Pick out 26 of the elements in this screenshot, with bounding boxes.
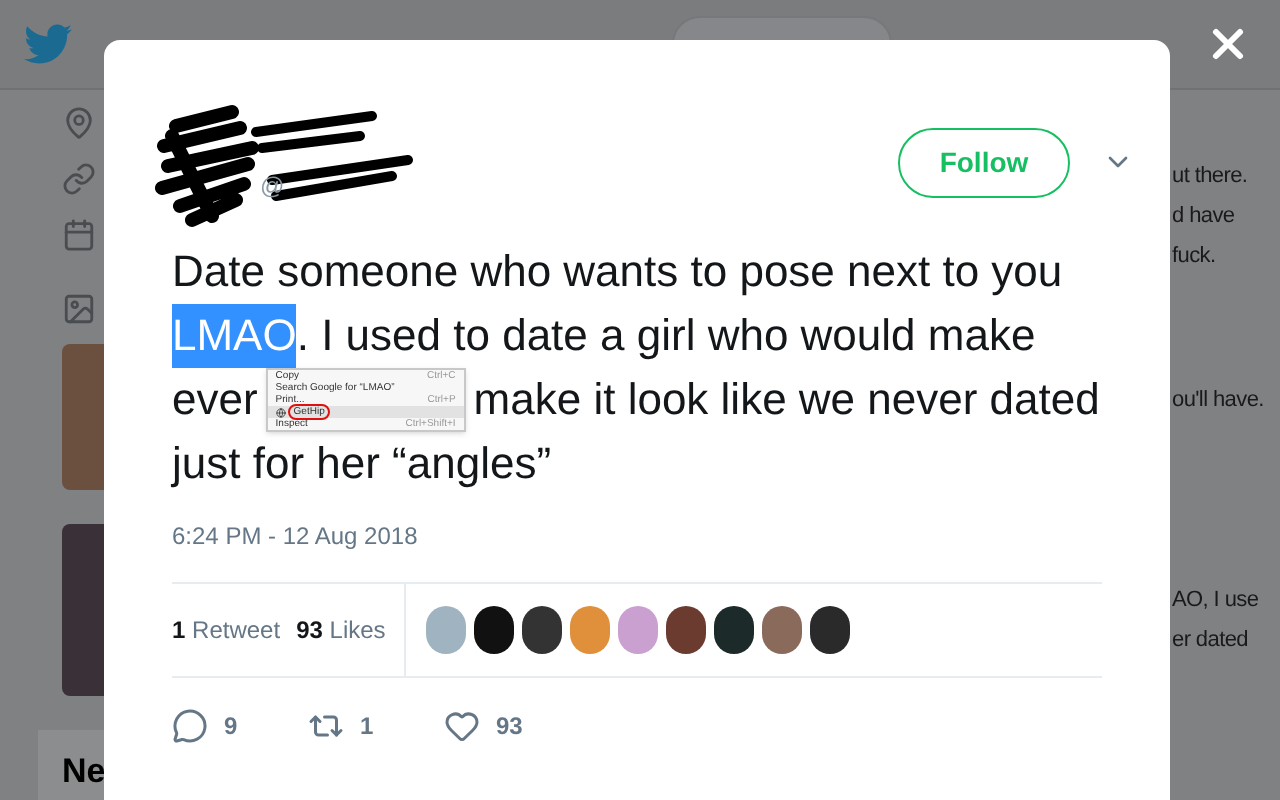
tweet-text: LMAO bbox=[172, 304, 297, 368]
timestamp: 6:24 PM - 12 Aug 2018 bbox=[172, 520, 420, 554]
stat-count[interactable]: 93 Likes bbox=[296, 612, 386, 648]
stat-count[interactable]: 1 Retweet bbox=[172, 612, 281, 648]
action-count: 93 bbox=[496, 710, 523, 744]
action-count: 9 bbox=[224, 710, 238, 744]
tweet-text: . I used to date a girl who would make bbox=[296, 308, 1036, 364]
action-count: 1 bbox=[360, 710, 374, 744]
image-icon bbox=[62, 292, 96, 326]
tweet-snippet: er dated bbox=[1172, 626, 1250, 656]
section-heading: Ne bbox=[62, 752, 106, 790]
tweet-snippet: ut there. bbox=[1172, 162, 1250, 192]
extension-icon bbox=[275, 407, 286, 417]
tweet-snippet: ou'll have. bbox=[1172, 386, 1266, 416]
calendar-icon bbox=[62, 218, 96, 252]
tweet-snippet: AO, I use bbox=[1172, 586, 1261, 616]
tweet-text: make it look like we never dated bbox=[473, 372, 1100, 428]
heart-icon[interactable] bbox=[444, 708, 480, 744]
location-pin-icon bbox=[62, 106, 96, 140]
tweet-snippet: d have bbox=[1172, 202, 1237, 232]
link-icon bbox=[62, 162, 96, 196]
reply-icon[interactable] bbox=[172, 708, 208, 744]
tweet-text: Date someone who wants to pose next to you bbox=[172, 244, 1063, 300]
tweet-text: ever bbox=[172, 372, 258, 428]
tweet-text: just for her “angles” bbox=[172, 436, 552, 492]
tweet-snippet: fuck. bbox=[1172, 242, 1218, 272]
